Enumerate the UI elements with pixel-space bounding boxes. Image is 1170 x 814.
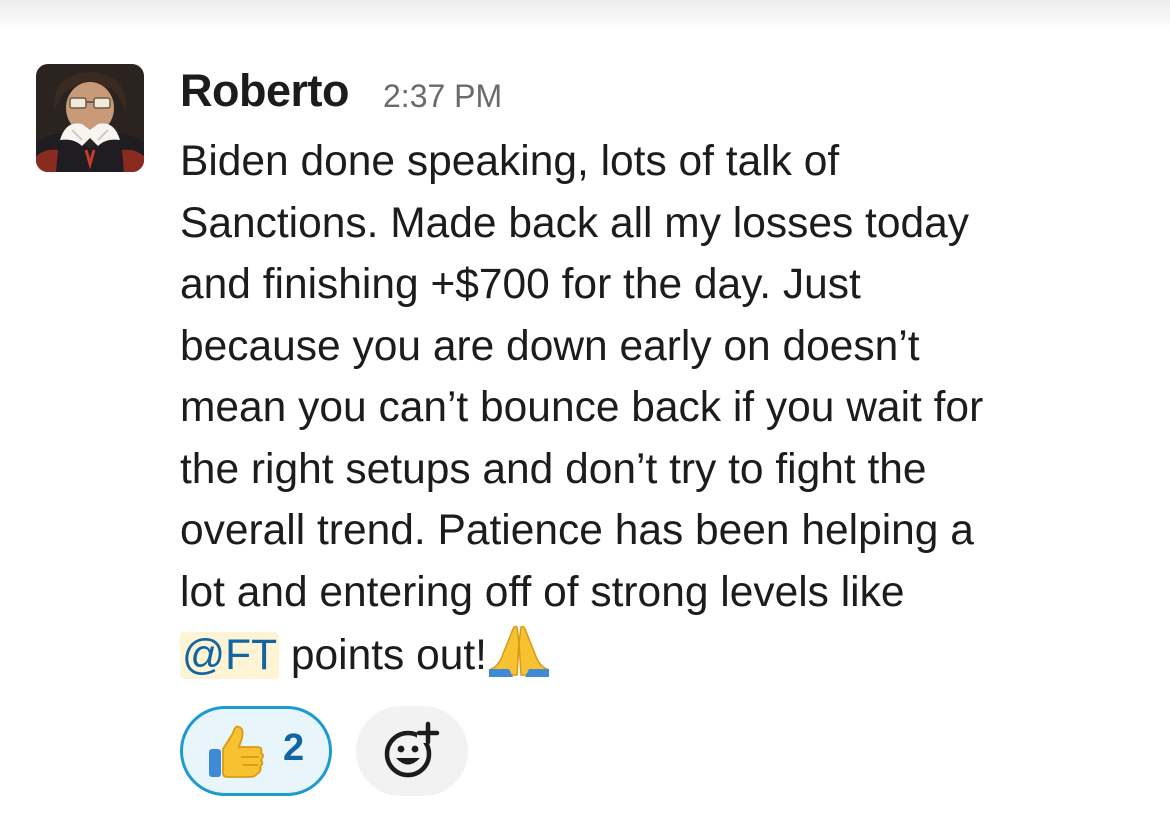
- reaction-thumbs-up[interactable]: 2: [180, 706, 332, 796]
- message-line: lot and entering off of strong levels li…: [180, 568, 905, 616]
- message-timestamp[interactable]: 2:37 PM: [383, 78, 502, 115]
- message-line: overall trend. Patience has been helping…: [180, 507, 974, 554]
- reaction-count: 2: [283, 727, 305, 769]
- message-line: Biden done speaking, lots of talk of: [180, 138, 840, 185]
- folded-hands-icon[interactable]: [487, 623, 551, 679]
- sender-name[interactable]: Roberto: [180, 65, 350, 117]
- add-reaction-button[interactable]: [356, 706, 468, 796]
- message-line: and finishing +$700 for the day. Just: [180, 261, 861, 308]
- message-body: Biden done speaking, lots of talk of San…: [180, 131, 1155, 687]
- avatar[interactable]: [36, 64, 144, 172]
- message-line: the right setups and don’t try to fight …: [180, 445, 927, 493]
- message-line-tail: points out!: [279, 632, 487, 679]
- user-mention[interactable]: @FT: [180, 632, 280, 679]
- message-last-line: @FT points out!: [180, 623, 1155, 687]
- message-line: mean you can’t bounce back if you wait f…: [180, 384, 984, 431]
- message: Roberto 2:37 PM Biden done speaking, lot…: [0, 0, 1170, 814]
- thumbs-up-icon: [205, 719, 269, 783]
- message-line: Sanctions. Made back all my losses today: [180, 199, 969, 247]
- avatar-image: [36, 64, 144, 172]
- message-line: because you are down early on doesn’t: [180, 322, 920, 370]
